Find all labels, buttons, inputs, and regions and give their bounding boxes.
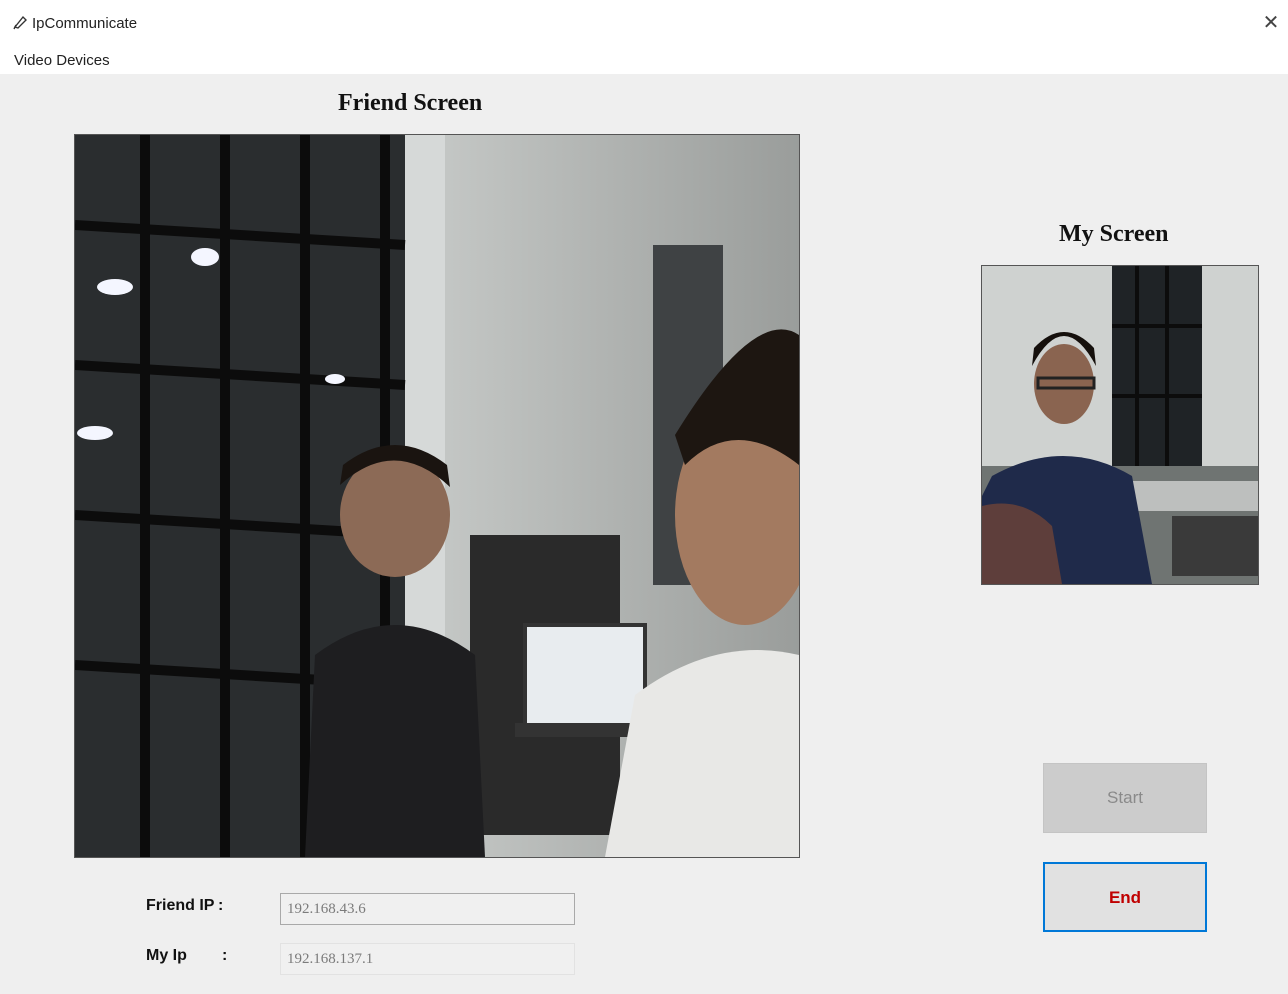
start-button[interactable]: Start — [1043, 763, 1207, 833]
my-ip-label: My Ip — [146, 947, 187, 964]
end-button[interactable]: End — [1043, 862, 1207, 932]
friend-ip-field[interactable]: 192.168.43.6 — [280, 893, 575, 925]
my-ip-field[interactable]: 192.168.137.1 — [280, 943, 575, 975]
my-video-feed — [981, 265, 1259, 585]
menu-bar: Video Devices — [0, 48, 1288, 74]
friend-ip-colon: : — [218, 897, 224, 914]
my-ip-colon: : — [222, 947, 228, 964]
friend-screen-heading: Friend Screen — [338, 90, 483, 116]
my-screen-heading: My Screen — [1059, 221, 1169, 247]
app-icon — [13, 15, 27, 30]
menu-video-devices[interactable]: Video Devices — [14, 52, 110, 69]
friend-ip-label: Friend IP — [146, 897, 215, 914]
close-icon[interactable]: ✕ — [1258, 8, 1284, 38]
window-title: IpCommunicate — [32, 15, 138, 32]
friend-video-feed — [74, 134, 800, 858]
title-bar: IpCommunicate ✕ — [0, 0, 1288, 48]
